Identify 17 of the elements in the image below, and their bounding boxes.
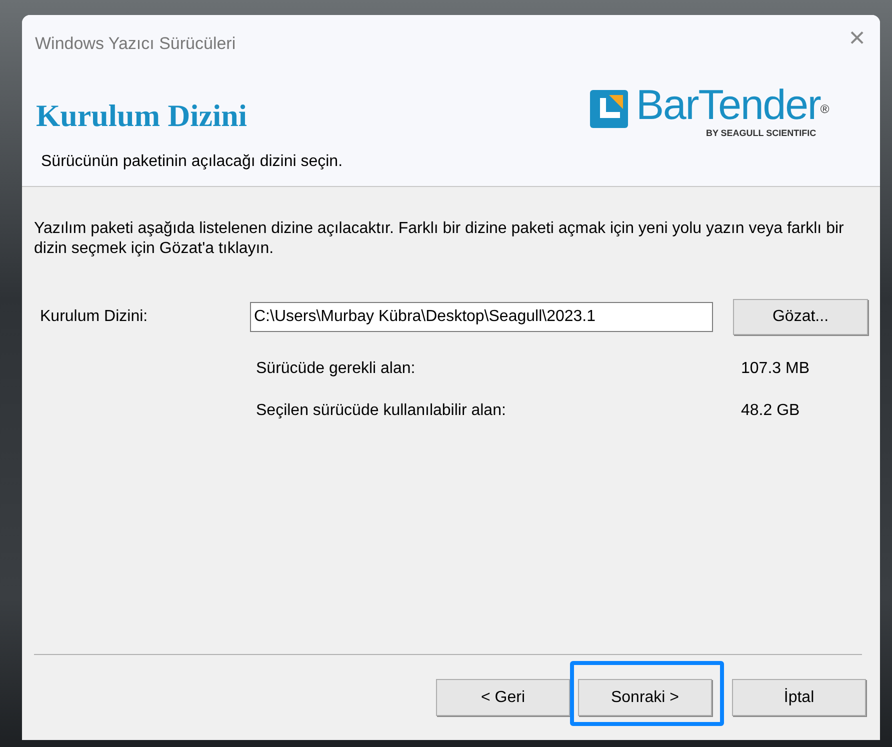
page-heading: Kurulum Dizini — [36, 97, 248, 135]
description-text: Yazılım paketi aşağıda listelenen dizine açılacaktır. Farklı bir dizine paketi açmak için yeni yolu yazın veya farklı bir dizin seçmek için Gözat'a tıklayın. — [34, 219, 845, 259]
space-value: 48.2 GB — [741, 401, 800, 421]
dialog-button[interactable]: İptal — [732, 679, 866, 716]
logo-tagline: BY SEAGULL SCIENTIFIC — [706, 127, 816, 140]
field-label: Kurulum Dizini: — [39, 307, 149, 327]
space-label: Seçilen sürücüde kullanılabilir alan: — [256, 401, 507, 421]
window-title: Windows Yazıcı Sürücüleri — [35, 33, 236, 55]
logo-icon — [590, 90, 628, 128]
browse-button[interactable]: Gözat... — [733, 299, 868, 335]
dialog-button[interactable]: Sonraki > — [578, 679, 712, 716]
logo-wordmark: BarTender$^{®}$ — [636, 80, 828, 130]
space-value: 107.3 MB — [741, 359, 810, 379]
directory-field[interactable]: C:\Users\Murbay Kübra\Desktop\Seagull\2023.1 — [250, 302, 713, 332]
space-label: Sürücüde gerekli alan: — [256, 359, 416, 379]
dialog-button[interactable]: < Geri — [436, 679, 570, 716]
page-subtitle: Sürücünün paketinin açılacağı dizini seçin. — [41, 152, 343, 172]
